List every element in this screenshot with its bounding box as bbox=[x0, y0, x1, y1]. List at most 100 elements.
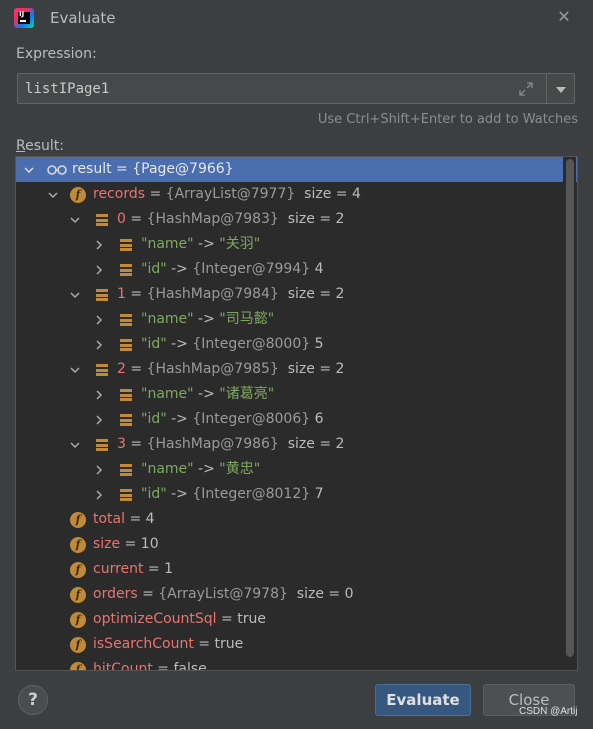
tree-row-eq: = bbox=[111, 161, 133, 177]
tree-row-value: {Integer@8000} bbox=[192, 336, 311, 352]
scrollbar-thumb[interactable] bbox=[566, 159, 574, 657]
tree-row[interactable]: f orders = {ArrayList@7978} size = 0 bbox=[16, 582, 577, 607]
tree-row-value: {HashMap@7986} bbox=[146, 436, 279, 452]
chevron-right-icon[interactable] bbox=[92, 232, 106, 257]
tree-row-name: "name" bbox=[141, 461, 194, 477]
expression-label: Expression: bbox=[16, 46, 97, 62]
result-tree[interactable]: result = {Page@7966} f records = {ArrayLis… bbox=[15, 156, 578, 671]
tree-row-name: 2 bbox=[117, 361, 126, 377]
tree-row-text: hitCount = false bbox=[93, 657, 207, 671]
map-entry-icon bbox=[118, 462, 134, 478]
expand-icon[interactable] bbox=[518, 81, 534, 97]
map-entry-icon bbox=[118, 237, 134, 253]
tree-row-eq: = bbox=[193, 636, 215, 652]
tree-row[interactable]: 3 = {HashMap@7986} size = 2 bbox=[16, 432, 577, 457]
tree-row-value: {HashMap@7985} bbox=[146, 361, 279, 377]
tree-row[interactable]: "id" -> {Integer@8000} 5 bbox=[16, 332, 577, 357]
expression-input[interactable] bbox=[25, 80, 505, 98]
tree-row-name: "name" bbox=[141, 386, 194, 402]
tree-row-extra: 4 bbox=[310, 261, 324, 277]
tree-row-name: "id" bbox=[141, 486, 167, 502]
tree-row-name: result bbox=[72, 161, 112, 177]
tree-row-text: result = {Page@7966} bbox=[72, 157, 234, 182]
tree-row-eq: -> bbox=[193, 461, 220, 477]
tree-row[interactable]: f hitCount = false bbox=[16, 657, 577, 671]
tree-row-name: total bbox=[93, 511, 126, 527]
tree-row[interactable]: "id" -> {Integer@8006} 6 bbox=[16, 407, 577, 432]
tree-row[interactable]: result = {Page@7966} bbox=[16, 157, 577, 182]
tree-row-name: 0 bbox=[117, 211, 126, 227]
tree-row[interactable]: f optimizeCountSql = true bbox=[16, 607, 577, 632]
tree-row[interactable]: f total = 4 bbox=[16, 507, 577, 532]
field-icon: f bbox=[70, 662, 86, 670]
tree-row-eq: = bbox=[125, 511, 146, 527]
watch-glasses-icon bbox=[46, 162, 68, 178]
chevron-right-icon[interactable] bbox=[92, 482, 106, 507]
tree-row-name: size bbox=[93, 536, 121, 552]
chevron-right-icon[interactable] bbox=[92, 407, 106, 432]
tree-row[interactable]: "id" -> {Integer@7994} 4 bbox=[16, 257, 577, 282]
scrollbar[interactable] bbox=[563, 157, 576, 670]
tree-row[interactable]: "name" -> "司马懿" bbox=[16, 307, 577, 332]
help-button[interactable]: ? bbox=[18, 685, 48, 715]
tree-row-value: "诸葛亮" bbox=[219, 386, 275, 402]
history-dropdown-button[interactable] bbox=[546, 73, 575, 104]
tree-row[interactable]: 1 = {HashMap@7984} size = 2 bbox=[16, 282, 577, 307]
tree-row[interactable]: "name" -> "黄忠" bbox=[16, 457, 577, 482]
chevron-right-icon[interactable] bbox=[92, 257, 106, 282]
tree-row-name: "name" bbox=[141, 311, 194, 327]
tree-row[interactable]: 2 = {HashMap@7985} size = 2 bbox=[16, 357, 577, 382]
tree-row-eq: = bbox=[125, 286, 147, 302]
window-title: Evaluate bbox=[50, 9, 116, 27]
tree-row-value: "司马懿" bbox=[219, 311, 275, 327]
tree-row-extra: size = 2 bbox=[278, 361, 345, 377]
tree-row-value: {Page@7966} bbox=[132, 161, 234, 177]
tree-row-text: "id" -> {Integer@8000} 5 bbox=[141, 332, 324, 357]
tree-row-extra: size = 4 bbox=[295, 186, 361, 202]
chevron-down-icon[interactable] bbox=[68, 357, 82, 382]
tree-row-extra: 5 bbox=[310, 336, 324, 352]
tree-row-value: false bbox=[173, 661, 207, 671]
tree-row[interactable]: 0 = {HashMap@7983} size = 2 bbox=[16, 207, 577, 232]
chevron-right-icon[interactable] bbox=[92, 332, 106, 357]
chevron-right-icon[interactable] bbox=[92, 382, 106, 407]
tree-row[interactable]: f current = 1 bbox=[16, 557, 577, 582]
chevron-down-icon[interactable] bbox=[68, 207, 82, 232]
tree-row-text: "name" -> "关羽" bbox=[141, 232, 260, 257]
expression-field[interactable] bbox=[17, 73, 547, 104]
tree-row-text: isSearchCount = true bbox=[93, 632, 243, 657]
tree-row-eq: = bbox=[143, 561, 165, 577]
tree-row-extra: size = 0 bbox=[287, 586, 354, 602]
evaluate-button[interactable]: Evaluate bbox=[375, 684, 471, 716]
tree-row-text: optimizeCountSql = true bbox=[93, 607, 266, 632]
tree-row-text: orders = {ArrayList@7978} size = 0 bbox=[93, 582, 353, 607]
tree-row[interactable]: f isSearchCount = true bbox=[16, 632, 577, 657]
map-entry-icon bbox=[118, 312, 134, 328]
chevron-right-icon[interactable] bbox=[92, 307, 106, 332]
tree-row-value: 1 bbox=[164, 561, 174, 577]
chevron-down-icon[interactable] bbox=[22, 157, 36, 182]
tree-row-value: 10 bbox=[140, 536, 159, 552]
chevron-down-icon[interactable] bbox=[46, 182, 60, 207]
tree-row-text: "name" -> "诸葛亮" bbox=[141, 382, 274, 407]
tree-row[interactable]: "name" -> "关羽" bbox=[16, 232, 577, 257]
tree-row[interactable]: "id" -> {Integer@8012} 7 bbox=[16, 482, 577, 507]
field-icon: f bbox=[70, 537, 86, 553]
field-icon: f bbox=[70, 612, 86, 628]
chevron-down-icon[interactable] bbox=[68, 432, 82, 457]
field-icon: f bbox=[70, 637, 86, 653]
tree-row[interactable]: "name" -> "诸葛亮" bbox=[16, 382, 577, 407]
chevron-right-icon[interactable] bbox=[92, 457, 106, 482]
tree-row[interactable]: f size = 10 bbox=[16, 532, 577, 557]
chevron-down-icon[interactable] bbox=[68, 282, 82, 307]
map-entry-icon bbox=[118, 387, 134, 403]
tree-row-name: "id" bbox=[141, 336, 167, 352]
close-icon[interactable]: ✕ bbox=[555, 8, 573, 26]
tree-row-name: hitCount bbox=[93, 661, 153, 671]
result-label: Result: bbox=[16, 138, 64, 154]
tree-row[interactable]: f records = {ArrayList@7977} size = 4 bbox=[16, 182, 577, 207]
tree-row-name: isSearchCount bbox=[93, 636, 194, 652]
tree-row-eq: -> bbox=[193, 236, 220, 252]
map-entry-icon bbox=[94, 287, 110, 303]
watermark: CSDN @Artij bbox=[519, 706, 578, 717]
